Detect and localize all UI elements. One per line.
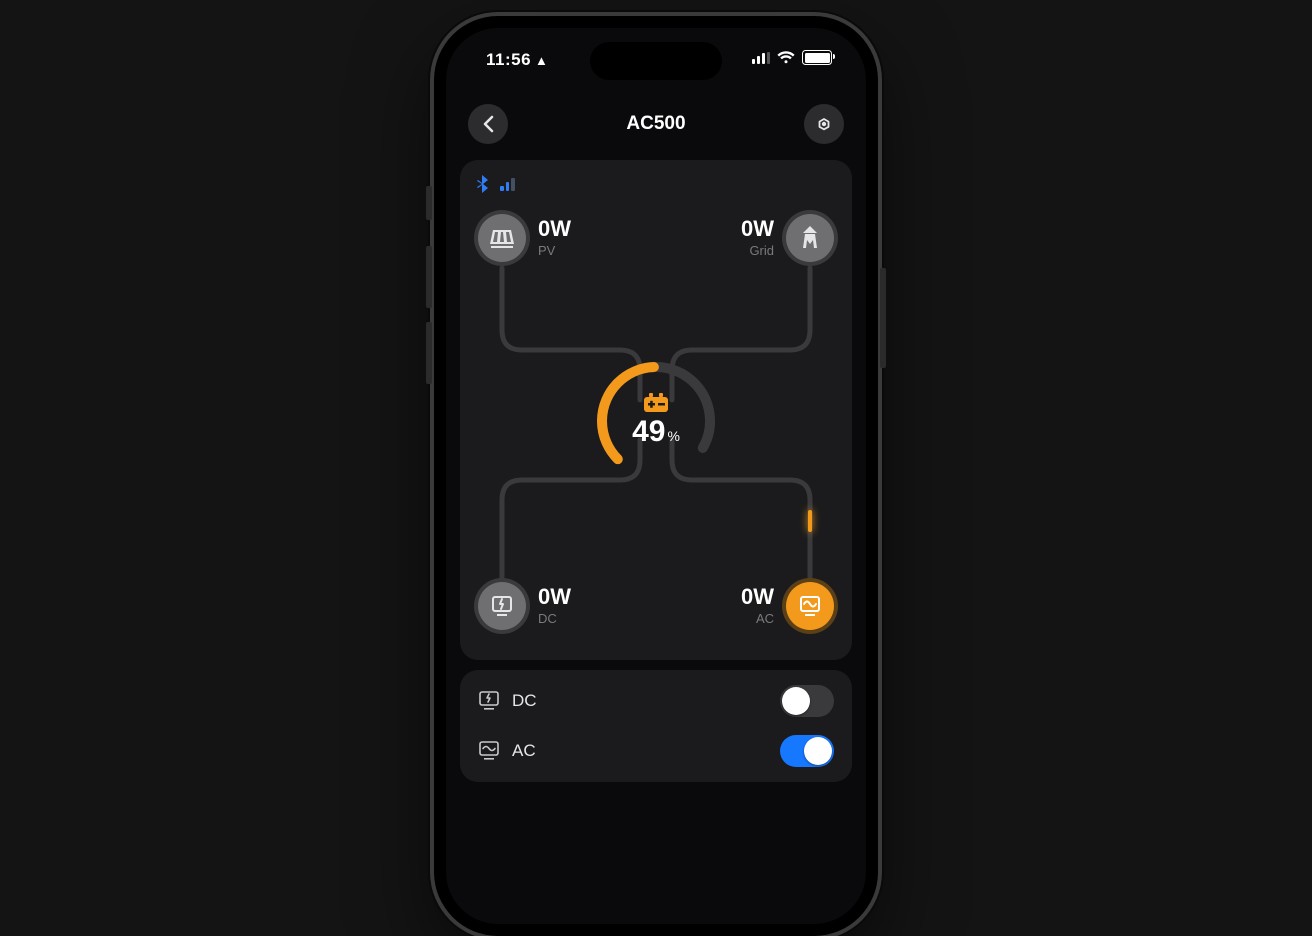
screen: 11:56 ▲ AC500 (446, 28, 866, 924)
volume-button (426, 322, 432, 384)
time-text: 11:56 (486, 50, 531, 69)
back-button[interactable] (468, 104, 508, 144)
phone-frame: 11:56 ▲ AC500 (434, 16, 878, 936)
grid-label: Grid (741, 243, 774, 258)
gear-icon (813, 113, 835, 135)
dc-output-icon (478, 582, 526, 630)
solar-icon (478, 214, 526, 262)
ac-value: 0W (741, 586, 774, 608)
ac-toggle-label: AC (512, 741, 536, 761)
power-button (880, 268, 886, 368)
flow-pulse-indicator (808, 510, 812, 532)
node-pv[interactable]: 0W PV (478, 214, 571, 262)
dc-toggle-switch[interactable] (780, 685, 834, 717)
nav-bar: AC500 (446, 100, 866, 148)
node-dc[interactable]: 0W DC (478, 582, 571, 630)
user-icon: ▲ (535, 53, 548, 68)
volume-button (426, 246, 432, 308)
node-ac[interactable]: 0W AC (741, 582, 834, 630)
ac-output-icon (786, 582, 834, 630)
dc-toggle-icon (478, 690, 500, 712)
ac-toggle-switch[interactable] (780, 735, 834, 767)
wifi-icon (777, 51, 795, 64)
battery-gauge[interactable]: 49% (591, 356, 721, 486)
dc-label: DC (538, 611, 571, 626)
energy-flow-panel: 49% 0W PV 0W Grid (460, 160, 852, 660)
page-title: AC500 (626, 113, 685, 135)
toggle-row-ac: AC (460, 726, 852, 776)
settings-button[interactable] (804, 104, 844, 144)
ac-label: AC (741, 611, 774, 626)
battery-icon (802, 50, 832, 65)
status-time: 11:56 ▲ (486, 50, 548, 70)
toggle-row-dc: DC (460, 676, 852, 726)
output-toggles-panel: DC AC (460, 670, 852, 782)
dc-value: 0W (538, 586, 571, 608)
status-bar: 11:56 ▲ (446, 28, 866, 88)
node-grid[interactable]: 0W Grid (741, 214, 834, 262)
ac-toggle-icon (478, 740, 500, 762)
grid-icon (786, 214, 834, 262)
battery-percent: 49% (632, 415, 680, 449)
grid-value: 0W (741, 218, 774, 240)
pv-label: PV (538, 243, 571, 258)
pv-value: 0W (538, 218, 571, 240)
battery-icon (643, 393, 669, 413)
chevron-left-icon (482, 115, 494, 133)
dc-toggle-label: DC (512, 691, 537, 711)
cellular-icon (752, 52, 770, 64)
volume-button (426, 186, 432, 220)
